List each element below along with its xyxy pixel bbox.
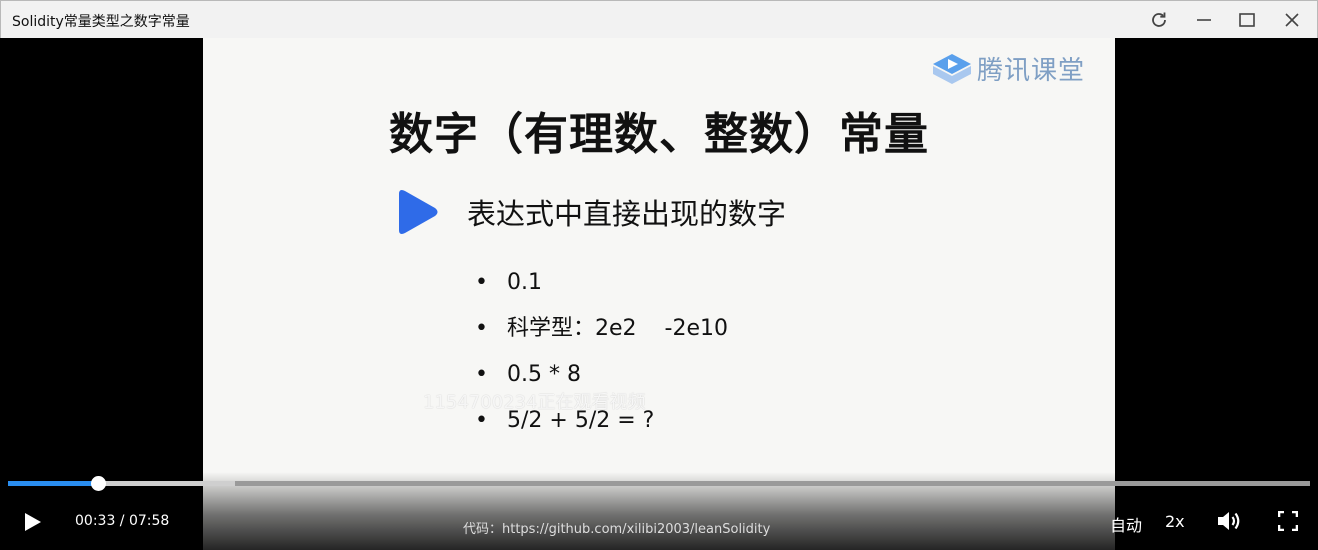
list-item: • 科学型：2e2 -2e10 bbox=[475, 316, 728, 341]
close-icon bbox=[1285, 13, 1299, 27]
volume-icon bbox=[1218, 512, 1240, 530]
tencent-classroom-logo-icon bbox=[932, 53, 971, 84]
progress-handle[interactable] bbox=[90, 476, 106, 491]
window-titlebar: Solidity常量类型之数字常量 bbox=[0, 0, 1318, 39]
list-item: • 0.1 bbox=[475, 270, 542, 295]
subheading-text: 表达式中直接出现的数字 bbox=[467, 197, 787, 231]
brand-name: 腾讯课堂 bbox=[976, 56, 1085, 86]
brand: 腾讯课堂 bbox=[931, 50, 1085, 87]
play-icon bbox=[25, 513, 41, 531]
time-display: 00:33 / 07:58 bbox=[75, 513, 170, 529]
fullscreen-button[interactable] bbox=[1278, 511, 1298, 531]
maximize-icon bbox=[1239, 13, 1255, 27]
progress-played bbox=[8, 481, 98, 486]
slide-title: 数字（有理数、整数）常量 bbox=[389, 109, 929, 160]
window-title: Solidity常量类型之数字常量 bbox=[12, 14, 190, 30]
quality-button[interactable]: 自动 bbox=[1110, 512, 1142, 536]
volume-button[interactable] bbox=[1215, 508, 1243, 534]
speed-button[interactable]: 2x bbox=[1165, 512, 1185, 531]
slide-subheading: 表达式中直接出现的数字 bbox=[393, 186, 786, 238]
viewer-watermark: 1154700234正在观看视频 bbox=[423, 392, 646, 413]
video-area[interactable]: 腾讯课堂 数字（有理数、整数）常量 表达式中直接出现的数字 • 0.1 • 科学型：… bbox=[0, 38, 1318, 550]
refresh-button[interactable] bbox=[1146, 7, 1172, 33]
fullscreen-icon bbox=[1278, 511, 1298, 531]
minimize-icon bbox=[1197, 19, 1211, 21]
minimize-button[interactable] bbox=[1191, 7, 1217, 33]
code-caption: 代码：https://github.com/xilibi2003/leanSol… bbox=[463, 522, 771, 537]
bullet-list: • 0.1 • 科学型：2e2 -2e10 • 0.5 * 8 • 5/2 + 5/2 … bbox=[475, 268, 728, 452]
play-triangle-icon bbox=[399, 190, 438, 234]
maximize-button[interactable] bbox=[1234, 7, 1260, 33]
refresh-icon bbox=[1152, 12, 1166, 27]
close-button[interactable] bbox=[1279, 7, 1305, 33]
play-button[interactable] bbox=[20, 510, 44, 534]
progress-bar[interactable] bbox=[8, 476, 1310, 491]
